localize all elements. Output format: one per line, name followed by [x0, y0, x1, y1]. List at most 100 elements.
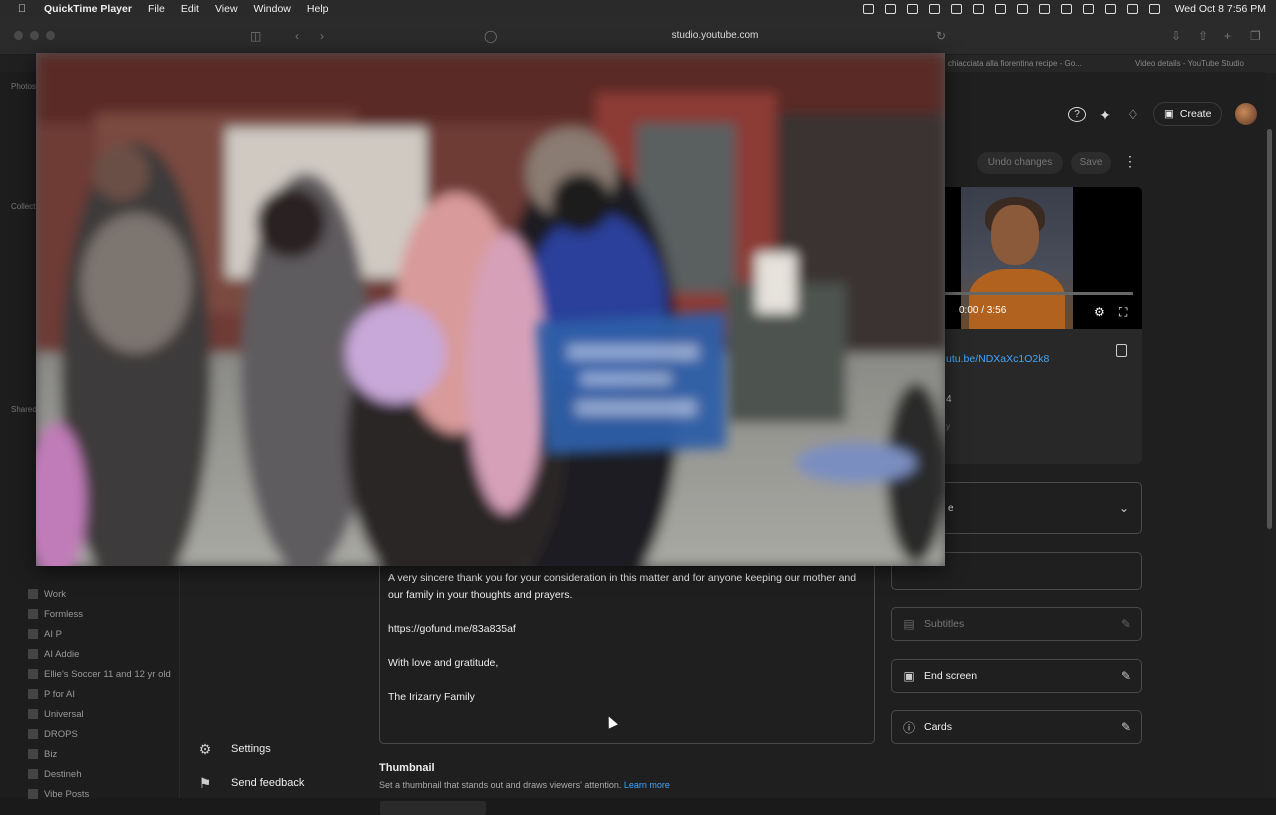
tab-video-details[interactable]: Video details - YouTube Studio: [1135, 59, 1275, 68]
album-item[interactable]: Ellie's Soccer 11 and 12 yr old: [28, 664, 178, 684]
description-paragraph: With love and gratitude,: [388, 657, 499, 669]
album-item[interactable]: Formless: [28, 604, 178, 624]
scrollbar[interactable]: [1267, 129, 1272, 529]
album-item[interactable]: DROPS: [28, 724, 178, 744]
create-label: Create: [1179, 108, 1212, 120]
zoom-window-button[interactable]: [46, 31, 55, 40]
gear-icon: ⚙: [198, 741, 212, 757]
album-item[interactable]: Destineh: [28, 764, 178, 784]
album-label: Biz: [44, 748, 58, 760]
cards-label: Cards: [924, 721, 953, 733]
album-item[interactable]: Biz: [28, 744, 178, 764]
back-icon[interactable]: ‹: [295, 29, 299, 43]
subtitles-card[interactable]: ▤ Subtitles ✎: [891, 607, 1142, 641]
shield-icon[interactable]: [928, 3, 940, 14]
album-item[interactable]: Universal: [28, 704, 178, 724]
reload-icon[interactable]: ↻: [936, 29, 946, 43]
minimize-window-button[interactable]: [30, 31, 39, 40]
fullscreen-icon[interactable]: ⛶: [1119, 305, 1127, 320]
help-icon[interactable]: ?: [1068, 107, 1086, 122]
mute-icon[interactable]: [994, 3, 1006, 14]
battery-icon[interactable]: [1038, 3, 1050, 14]
pencil-icon[interactable]: ✎: [1121, 720, 1131, 734]
tab-recipe[interactable]: chiacciata alla fiorentina recipe - Go..…: [948, 59, 1088, 68]
dropbox-icon[interactable]: [884, 3, 896, 14]
album-thumb: [28, 689, 38, 699]
forward-icon[interactable]: ›: [320, 29, 324, 43]
download-icon[interactable]: ⇩: [1171, 29, 1181, 43]
info-icon: ⓘ: [902, 720, 915, 735]
pencil-icon[interactable]: ✎: [1121, 669, 1131, 683]
sidebar-toggle-icon[interactable]: ◫: [250, 29, 261, 43]
user-icon[interactable]: [1082, 3, 1094, 14]
save-button[interactable]: Save: [1071, 152, 1111, 174]
album-label: Ellie's Soccer 11 and 12 yr old: [44, 668, 171, 680]
header-icons: ? ✦ ♢: [1068, 107, 1142, 124]
app-menu-name[interactable]: QuickTime Player: [44, 3, 132, 15]
album-thumb: [28, 769, 38, 779]
menu-edit[interactable]: Edit: [181, 3, 199, 15]
bluetooth-icon[interactable]: [1016, 3, 1028, 14]
search-icon[interactable]: [1104, 3, 1116, 14]
create-button[interactable]: ▣ Create: [1153, 102, 1223, 126]
more-options-icon[interactable]: ⋮: [1123, 153, 1137, 170]
thumbnail-preview[interactable]: [380, 801, 486, 815]
wifi-icon[interactable]: [1060, 3, 1072, 14]
video-info-partial: y: [946, 422, 950, 431]
menu-file[interactable]: File: [148, 3, 165, 15]
avatar[interactable]: [1235, 103, 1257, 125]
nav-settings[interactable]: ⚙ Settings: [180, 732, 360, 766]
learn-more-link[interactable]: Learn more: [624, 780, 670, 790]
album-label: Destineh: [44, 768, 82, 780]
menubar-clock[interactable]: Wed Oct 8 7:56 PM: [1175, 3, 1266, 15]
play-icon[interactable]: [972, 3, 984, 14]
description-field[interactable]: A very sincere thank you for your consid…: [379, 562, 875, 744]
menu-window[interactable]: Window: [254, 3, 291, 15]
thumbnail-heading: Thumbnail: [379, 762, 435, 774]
album-thumb: [28, 649, 38, 659]
share-icon[interactable]: ⇧: [1198, 29, 1208, 43]
apple-icon[interactable]: : [14, 3, 30, 15]
tab-bar: chiacciata alla fiorentina recipe - Go..…: [945, 55, 1276, 73]
nav-send-feedback[interactable]: ⚑ Send feedback: [180, 766, 360, 800]
player-timecode: 0:00 / 3:56: [959, 305, 1007, 316]
tab-overview-icon[interactable]: ❐: [1250, 29, 1261, 43]
album-thumb: [28, 589, 38, 599]
description-link: https://gofund.me/83a835af: [388, 623, 516, 635]
end-screen-card[interactable]: ▣ End screen ✎: [891, 659, 1142, 693]
close-window-button[interactable]: [14, 31, 23, 40]
album-item[interactable]: P for AI: [28, 684, 178, 704]
album-list: Work Formless AI P AI Addie Ellie's Socc…: [28, 584, 178, 804]
camera-icon[interactable]: [950, 3, 962, 14]
album-thumb: [28, 629, 38, 639]
copy-icon[interactable]: [1116, 344, 1127, 357]
sparkle-icon[interactable]: ✦: [1096, 107, 1114, 124]
video-link[interactable]: utu.be/NDXaXc1O2k8: [946, 353, 1049, 365]
album-item[interactable]: Work: [28, 584, 178, 604]
siri-icon[interactable]: [1148, 3, 1160, 14]
quicktime-video-window[interactable]: [36, 53, 945, 566]
bell-icon[interactable]: ♢: [1124, 107, 1142, 124]
address-bar[interactable]: studio.youtube.com: [475, 26, 955, 46]
gear-icon[interactable]: ⚙: [1094, 305, 1105, 319]
cards-card[interactable]: ⓘ Cards ✎: [891, 710, 1142, 744]
album-label: Universal: [44, 708, 84, 720]
album-item[interactable]: AI P: [28, 624, 178, 644]
album-item[interactable]: Vibe Posts: [28, 784, 178, 804]
end-screen-icon: ▣: [903, 669, 915, 683]
pencil-icon[interactable]: ✎: [1121, 617, 1131, 631]
menu-bar:  QuickTime Player File Edit View Window…: [0, 0, 1276, 17]
subtitles-label: Subtitles: [924, 618, 965, 630]
undo-changes-button[interactable]: Undo changes: [977, 152, 1063, 174]
menu-help[interactable]: Help: [307, 3, 329, 15]
record-icon[interactable]: [862, 3, 874, 14]
menu-view[interactable]: View: [215, 3, 238, 15]
new-tab-icon[interactable]: +: [1224, 29, 1231, 43]
control-center-icon[interactable]: [1126, 3, 1138, 14]
description-signature: The Irizarry Family: [388, 691, 475, 703]
browser-toolbar: ◫ ‹ › ◯ studio.youtube.com ↻ ⇩ ⇧ + ❐: [0, 17, 1276, 55]
status-icons: Wed Oct 8 7:56 PM: [862, 0, 1266, 17]
section-shared: Shared: [11, 405, 37, 414]
sync-icon[interactable]: [906, 3, 918, 14]
album-item[interactable]: AI Addie: [28, 644, 178, 664]
